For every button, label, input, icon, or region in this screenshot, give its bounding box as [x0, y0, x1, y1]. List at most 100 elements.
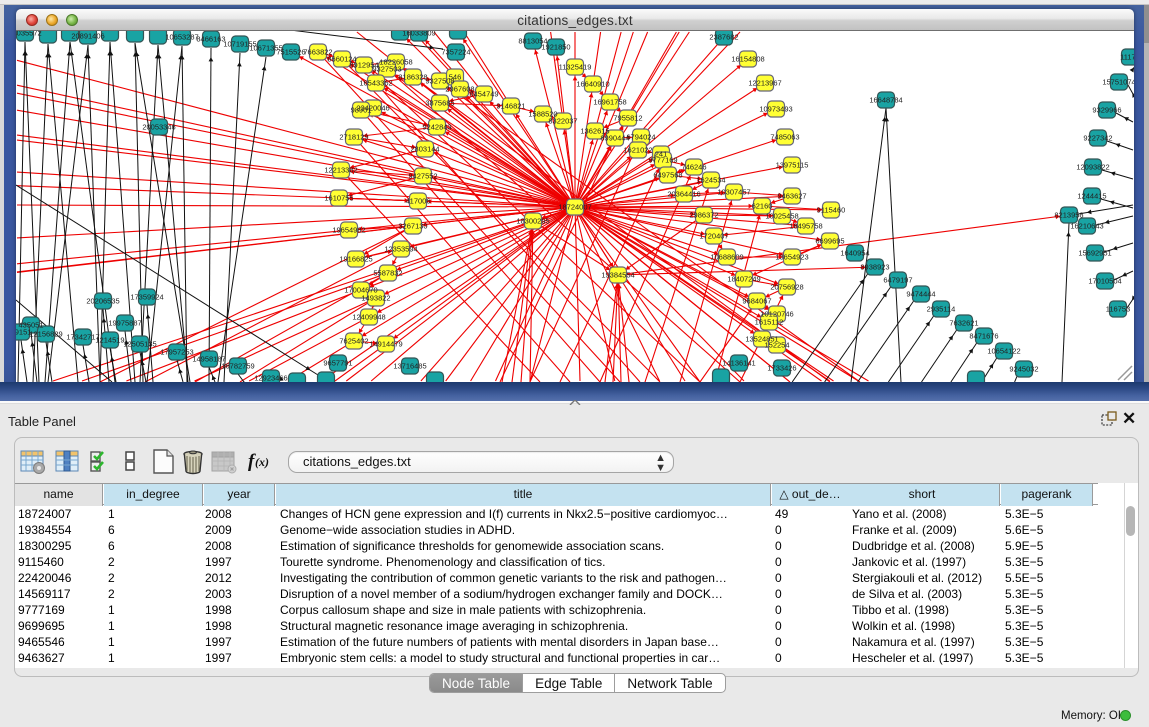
- svg-text:16033809: 16033809: [402, 31, 435, 38]
- svg-text:10688609: 10688609: [710, 253, 743, 262]
- svg-text:8213958: 8213958: [1054, 211, 1083, 220]
- svg-text:16782759: 16782759: [221, 362, 254, 371]
- svg-text:18724007: 18724007: [558, 203, 591, 212]
- svg-text:1615112: 1615112: [755, 318, 784, 327]
- svg-text:16210643: 16210643: [1070, 222, 1103, 231]
- svg-text:9657791: 9657791: [323, 359, 352, 368]
- svg-text:9245032: 9245032: [1009, 365, 1038, 374]
- svg-text:20206535: 20206535: [86, 297, 119, 306]
- svg-text:10654122: 10654122: [987, 347, 1020, 356]
- svg-text:10307457: 10307457: [717, 188, 750, 197]
- svg-text:7632621: 7632621: [949, 319, 978, 328]
- svg-text:16961758: 16961758: [593, 98, 626, 107]
- svg-text:18495758: 18495758: [789, 222, 822, 231]
- svg-text:746246: 746246: [681, 163, 706, 172]
- svg-text:2935114: 2935114: [927, 305, 956, 314]
- svg-text:14035572: 14035572: [16, 31, 42, 38]
- svg-text:19975887: 19975887: [108, 319, 141, 328]
- svg-text:20364416: 20364416: [667, 190, 700, 199]
- svg-text:7357224: 7357224: [441, 48, 470, 57]
- svg-text:9474444: 9474444: [906, 290, 935, 299]
- svg-text:7955812: 7955812: [613, 114, 642, 123]
- svg-text:8322037: 8322037: [548, 117, 577, 126]
- svg-text:8454749: 8454749: [469, 90, 498, 99]
- svg-text:13975115: 13975115: [776, 161, 809, 170]
- svg-text:17957253: 17957253: [160, 348, 193, 357]
- svg-text:14914479: 14914479: [369, 340, 402, 349]
- svg-text:1720407: 1720407: [699, 232, 728, 241]
- svg-text:15751074: 15751074: [1102, 78, 1134, 87]
- svg-text:17359924: 17359924: [130, 293, 163, 302]
- svg-text:98901: 98901: [351, 106, 372, 115]
- svg-text:8990444: 8990444: [600, 134, 629, 143]
- svg-text:2718129: 2718129: [339, 133, 368, 142]
- svg-text:12156829: 12156829: [29, 330, 62, 339]
- svg-text:7485063: 7485063: [770, 133, 799, 142]
- svg-text:16640910: 16640910: [576, 80, 609, 89]
- svg-text:3267130: 3267130: [398, 222, 427, 231]
- svg-text:20891406: 20891406: [71, 32, 104, 41]
- svg-text:12923466: 12923466: [254, 374, 287, 383]
- svg-text:1493822: 1493822: [361, 294, 390, 303]
- svg-text:1640954: 1640954: [840, 249, 869, 258]
- svg-text:12409948: 12409948: [352, 313, 385, 322]
- svg-text:(x): (x): [255, 455, 269, 469]
- svg-text:17010504: 17010504: [1088, 277, 1121, 286]
- svg-text:19384554: 19384554: [601, 271, 634, 280]
- svg-text:9146821: 9146821: [496, 102, 525, 111]
- svg-text:1621022: 1621022: [623, 146, 652, 155]
- svg-text:2986372: 2986372: [689, 211, 718, 220]
- svg-text:18300295: 18300295: [516, 217, 549, 226]
- svg-text:6497568: 6497568: [653, 171, 682, 180]
- svg-text:9242843: 9242843: [422, 123, 451, 132]
- svg-text:8186328: 8186328: [398, 73, 427, 82]
- svg-text:5587832: 5587832: [373, 269, 402, 278]
- svg-text:9463627: 9463627: [777, 192, 806, 201]
- svg-text:15692951: 15692951: [1078, 249, 1111, 258]
- svg-text:9684067: 9684067: [742, 297, 771, 306]
- svg-text:8471676: 8471676: [969, 332, 998, 341]
- svg-text:9327503: 9327503: [372, 65, 401, 74]
- svg-text:417006: 417006: [405, 197, 430, 206]
- svg-text:19654982: 19654982: [332, 226, 365, 235]
- svg-text:9427552: 9427552: [408, 172, 437, 181]
- svg-text:6699695: 6699695: [815, 237, 844, 246]
- svg-text:62160: 62160: [752, 202, 773, 211]
- svg-text:16543362: 16543362: [359, 79, 392, 88]
- svg-text:546: 546: [449, 73, 462, 82]
- svg-text:9777169: 9777169: [648, 156, 677, 165]
- svg-text:20756928: 20756928: [770, 283, 803, 292]
- svg-text:3875685: 3875685: [425, 99, 454, 108]
- svg-text:1610755: 1610755: [324, 194, 353, 203]
- svg-text:12093822: 12093822: [1076, 163, 1109, 172]
- svg-text:10973493: 10973493: [759, 105, 792, 114]
- svg-text:16154808: 16154808: [731, 55, 764, 64]
- svg-text:14136141: 14136141: [722, 359, 755, 368]
- svg-text:1244415: 1244415: [1077, 192, 1106, 201]
- svg-text:152254: 152254: [764, 341, 789, 350]
- svg-text:10025458: 10025458: [765, 212, 798, 221]
- svg-text:116753: 116753: [1106, 305, 1130, 314]
- svg-text:9227342: 9227342: [1083, 134, 1112, 143]
- svg-text:13654923: 13654923: [775, 253, 808, 262]
- svg-text:1921850: 1921850: [541, 43, 570, 52]
- svg-text:7625402: 7625402: [339, 337, 368, 346]
- svg-text:8938923: 8938923: [860, 263, 889, 272]
- svg-text:12505135: 12505135: [123, 340, 156, 349]
- svg-text:12213967: 12213967: [748, 79, 781, 88]
- svg-text:1733426: 1733426: [767, 364, 796, 373]
- svg-text:11170: 11170: [1120, 53, 1134, 62]
- svg-text:11325419: 11325419: [559, 63, 592, 72]
- svg-text:6794024: 6794024: [626, 133, 655, 142]
- svg-text:2387682: 2387682: [709, 33, 738, 42]
- svg-text:9329966: 9329966: [1092, 106, 1121, 115]
- svg-text:18407249: 18407249: [727, 275, 760, 284]
- svg-text:9115460: 9115460: [817, 206, 846, 215]
- svg-text:8466163: 8466163: [196, 35, 225, 44]
- svg-text:12353594: 12353594: [384, 245, 417, 254]
- svg-text:20053346: 20053346: [142, 123, 175, 132]
- svg-text:2803144: 2803144: [410, 145, 439, 154]
- svg-text:19166825: 19166825: [339, 255, 372, 264]
- svg-text:7515526: 7515526: [276, 48, 305, 57]
- svg-text:1624534: 1624534: [696, 176, 725, 185]
